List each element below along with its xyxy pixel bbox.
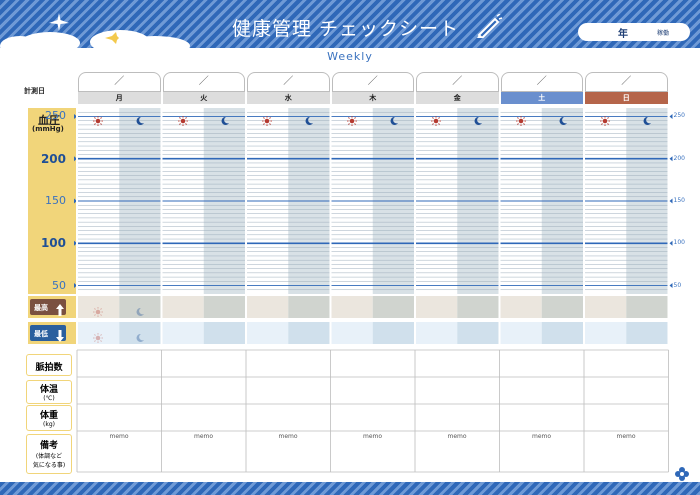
tick-arrow-icon (669, 283, 673, 289)
moon-icon (135, 111, 145, 130)
sun-icon (93, 328, 104, 347)
date-input-cell[interactable]: ／ (78, 72, 161, 92)
y-tick-label-right: 150 (673, 197, 685, 204)
moon-icon (473, 111, 483, 130)
max-morning-cell (161, 296, 204, 318)
y-tick-label: 100 (40, 236, 66, 251)
moon-icon (135, 328, 145, 347)
y-tick-label-right: 250 (673, 112, 685, 120)
date-input-cell[interactable]: ／ (585, 72, 668, 92)
day-label: 木 (331, 92, 414, 104)
max-morning-cell (330, 296, 373, 318)
memo-label: memo (531, 433, 552, 440)
moon-icon (135, 302, 145, 321)
date-input-cell[interactable]: ／ (162, 72, 245, 92)
min-morning-cell (161, 322, 204, 344)
min-morning-cell (330, 322, 373, 344)
sun-icon (600, 111, 611, 130)
min-evening-cell (288, 322, 331, 344)
sun-icon (93, 111, 104, 130)
y-tick-label: 150 (45, 194, 66, 207)
min-evening-cell (541, 322, 584, 344)
memo-label: memo (362, 433, 383, 440)
max-morning-cell (584, 296, 627, 318)
sun-icon (431, 111, 442, 130)
y-tick-label-right: 100 (673, 239, 685, 247)
memo-label: memo (447, 433, 467, 440)
date-input-cell[interactable]: ／ (331, 72, 414, 92)
min-morning-cell (415, 322, 458, 344)
y-tick-label-right: 50 (673, 281, 682, 289)
min-morning-cell (584, 322, 627, 344)
moon-icon (558, 111, 568, 130)
sun-icon (177, 111, 188, 130)
memo-label: memo (278, 433, 298, 440)
moon-icon (304, 111, 314, 130)
max-evening-cell (203, 296, 246, 318)
min-evening-cell (626, 322, 669, 344)
memo-label: memo (193, 433, 214, 440)
max-evening-cell (372, 296, 415, 318)
sun-icon (515, 111, 526, 130)
max-morning-cell (499, 296, 542, 318)
flower-icon (674, 466, 690, 486)
max-morning-cell (415, 296, 458, 318)
min-evening-cell (457, 322, 500, 344)
tick-arrow-icon (669, 156, 673, 162)
y-tick-label: 50 (52, 278, 66, 292)
y-tick-label: 200 (40, 151, 66, 166)
max-evening-cell (457, 296, 500, 318)
footer-stripe (0, 482, 700, 495)
min-evening-cell (203, 322, 246, 344)
max-evening-cell (288, 296, 331, 318)
date-input-cell[interactable]: ／ (416, 72, 499, 92)
day-label: 火 (162, 92, 245, 104)
min-morning-cell (499, 322, 542, 344)
moon-icon (642, 111, 652, 130)
y-tick-label-right: 200 (673, 154, 685, 162)
day-label: 土 (500, 92, 583, 104)
tick-arrow-icon (669, 113, 673, 119)
tick-arrow-icon (669, 198, 673, 204)
moon-icon (220, 111, 230, 130)
memo-label: memo (616, 433, 636, 440)
max-evening-cell (626, 296, 669, 318)
date-input-cell[interactable]: ／ (247, 72, 330, 92)
day-label: 月 (78, 92, 161, 104)
day-label: 水 (247, 92, 330, 104)
sun-icon (93, 302, 104, 321)
min-evening-cell (372, 322, 415, 344)
sun-icon (262, 111, 273, 130)
date-input-cell[interactable]: ／ (500, 72, 583, 92)
min-morning-cell (246, 322, 289, 344)
day-label: 金 (416, 92, 499, 104)
y-tick-label: 250 (45, 109, 66, 123)
tick-arrow-icon (669, 240, 673, 246)
max-evening-cell (541, 296, 584, 318)
day-label: 日 (585, 92, 668, 104)
sun-icon (346, 111, 357, 130)
memo-label: memo (109, 433, 129, 440)
max-morning-cell (246, 296, 289, 318)
moon-icon (389, 111, 399, 130)
